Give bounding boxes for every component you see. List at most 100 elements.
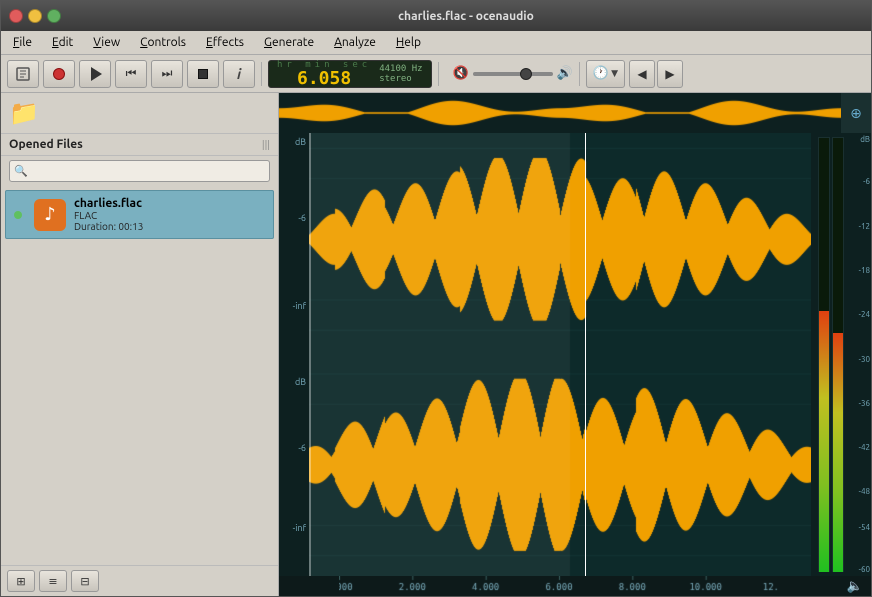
- db-right-24: -24: [859, 310, 870, 319]
- sample-rate: 44100 Hz: [379, 64, 422, 74]
- db-label-minus6-1: -6: [298, 213, 306, 223]
- time-info: 44100 Hz stereo: [379, 64, 422, 84]
- meter-fill-right: [833, 333, 843, 572]
- menu-analyze[interactable]: Analyze: [326, 34, 384, 51]
- info-button[interactable]: i: [223, 60, 255, 88]
- search-box: 🔍: [9, 160, 270, 182]
- toolbar: ⏮ ⏭ i hr min sec 6.058 44100 Hz stereo 🔇: [1, 55, 871, 93]
- maximize-button[interactable]: [47, 9, 61, 23]
- meter-right: [832, 137, 844, 572]
- file-format: FLAC: [74, 210, 265, 221]
- rewind-button[interactable]: ⏮: [115, 60, 147, 88]
- fast-forward-button[interactable]: ⏭: [151, 60, 183, 88]
- volume-slider[interactable]: [473, 72, 553, 76]
- db-right-48: -48: [859, 487, 870, 496]
- db-label-minus6-2: -6: [298, 443, 306, 453]
- waveform-container: ⊕ dB -6 -inf dB -6 -inf: [279, 93, 871, 596]
- db-right-6: -6: [863, 177, 870, 186]
- db-scale-left: dB -6 -inf dB -6 -inf: [279, 133, 309, 576]
- nav-back-button[interactable]: ◀: [629, 60, 655, 88]
- db-right-60: -60: [859, 565, 870, 574]
- search-input[interactable]: [9, 160, 270, 182]
- menu-controls[interactable]: Controls: [132, 34, 194, 51]
- opened-files-bar: Opened Files |||: [1, 134, 278, 156]
- menu-file[interactable]: File: [5, 34, 40, 51]
- view-grid-button[interactable]: ⊟: [71, 570, 99, 592]
- menu-effects[interactable]: Effects: [198, 34, 252, 51]
- menu-generate[interactable]: Generate: [256, 34, 322, 51]
- selection-overlay: [309, 133, 311, 576]
- active-indicator: [14, 211, 22, 219]
- file-info: charlies.flac FLAC Duration: 00:13: [74, 197, 265, 232]
- resize-handle[interactable]: |||: [262, 139, 270, 150]
- minimize-button[interactable]: [28, 9, 42, 23]
- sidebar-header: 📁: [1, 93, 278, 134]
- timeline: [339, 576, 779, 596]
- meter-fill-left: [819, 311, 829, 572]
- dropdown-arrow: ▼: [611, 68, 618, 79]
- opened-files-label: Opened Files: [9, 138, 83, 151]
- volume-control: 🔇 🔊: [453, 66, 573, 81]
- time-value: 6.058: [297, 70, 351, 88]
- timeline-spacer-left: [279, 576, 309, 596]
- titlebar: charlies.flac - ocenaudio: [1, 1, 871, 31]
- timeline-canvas: [339, 576, 779, 596]
- db-label-inf-1: -inf: [293, 301, 306, 311]
- main-content: 📁 Opened Files ||| 🔍 ♪ charlies.flac: [1, 93, 871, 596]
- window-controls: [9, 9, 61, 23]
- window-title: charlies.flac - ocenaudio: [69, 10, 863, 23]
- db-label-top: dB: [295, 137, 306, 147]
- sidebar-footer: ⊞ ≡ ⊟: [1, 565, 278, 596]
- menubar: File Edit View Controls Effects Generate…: [1, 31, 871, 55]
- stop-button[interactable]: [187, 60, 219, 88]
- menu-edit[interactable]: Edit: [44, 34, 81, 51]
- list-item[interactable]: ♪ charlies.flac FLAC Duration: 00:13: [5, 190, 274, 239]
- view-large-button[interactable]: ⊞: [7, 570, 35, 592]
- time-display: hr min sec 6.058 44100 Hz stereo: [268, 60, 432, 88]
- db-label-db-2: dB: [295, 377, 306, 387]
- separator-3: [579, 62, 580, 86]
- zoom-in-icon[interactable]: ⊕: [850, 105, 862, 122]
- play-button[interactable]: [79, 60, 111, 88]
- volume-max-icon: 🔊: [557, 66, 573, 81]
- db-label-inf-2: -inf: [293, 523, 306, 533]
- waveform-canvas: [309, 133, 811, 576]
- db-right-12: -12: [859, 222, 870, 231]
- folder-icon: 📁: [9, 99, 39, 127]
- level-meter: [811, 133, 851, 576]
- menu-view[interactable]: View: [85, 34, 128, 51]
- close-button[interactable]: [9, 9, 23, 23]
- db-right-18: -18: [859, 266, 870, 275]
- timeline-area: 🔈: [279, 576, 871, 596]
- waveform-canvas-area[interactable]: [309, 133, 811, 576]
- volume-mute-icon: 🔇: [453, 66, 469, 81]
- nav-forward-button[interactable]: ▶: [657, 60, 683, 88]
- nav-buttons: ◀ ▶: [629, 60, 683, 88]
- timeline-spacer-right: 🔈: [839, 576, 871, 596]
- minimap-canvas: [279, 93, 841, 133]
- channels: stereo: [379, 74, 422, 84]
- db-right-54: -54: [859, 523, 870, 532]
- db-right-30: -30: [859, 355, 870, 364]
- loop-button[interactable]: [7, 60, 39, 88]
- waveform-with-scales: dB -6 -inf dB -6 -inf: [279, 133, 871, 576]
- meter-left: [818, 137, 830, 572]
- db-scale-right: dB -6 -12 -18 -24 -30 -36 -42 -48 -54 -6…: [851, 133, 871, 576]
- file-thumbnail: ♪: [34, 199, 66, 231]
- zoom-button-area: ⊕: [841, 93, 871, 133]
- db-right-36: -36: [859, 399, 870, 408]
- time-format-button[interactable]: 🕐 ▼: [586, 60, 625, 88]
- separator-2: [438, 62, 439, 86]
- minimap-area: ⊕: [279, 93, 871, 133]
- file-duration: Duration: 00:13: [74, 221, 265, 232]
- sidebar: 📁 Opened Files ||| 🔍 ♪ charlies.flac: [1, 93, 279, 596]
- menu-help[interactable]: Help: [388, 34, 429, 51]
- playhead: [585, 133, 586, 576]
- clock-icon: 🕐: [593, 66, 609, 81]
- db-right-0: dB: [860, 135, 870, 144]
- minimap[interactable]: [279, 93, 841, 133]
- view-list-button[interactable]: ≡: [39, 570, 67, 592]
- record-button[interactable]: [43, 60, 75, 88]
- separator-1: [261, 62, 262, 86]
- volume-bottom-icon[interactable]: 🔈: [847, 579, 863, 594]
